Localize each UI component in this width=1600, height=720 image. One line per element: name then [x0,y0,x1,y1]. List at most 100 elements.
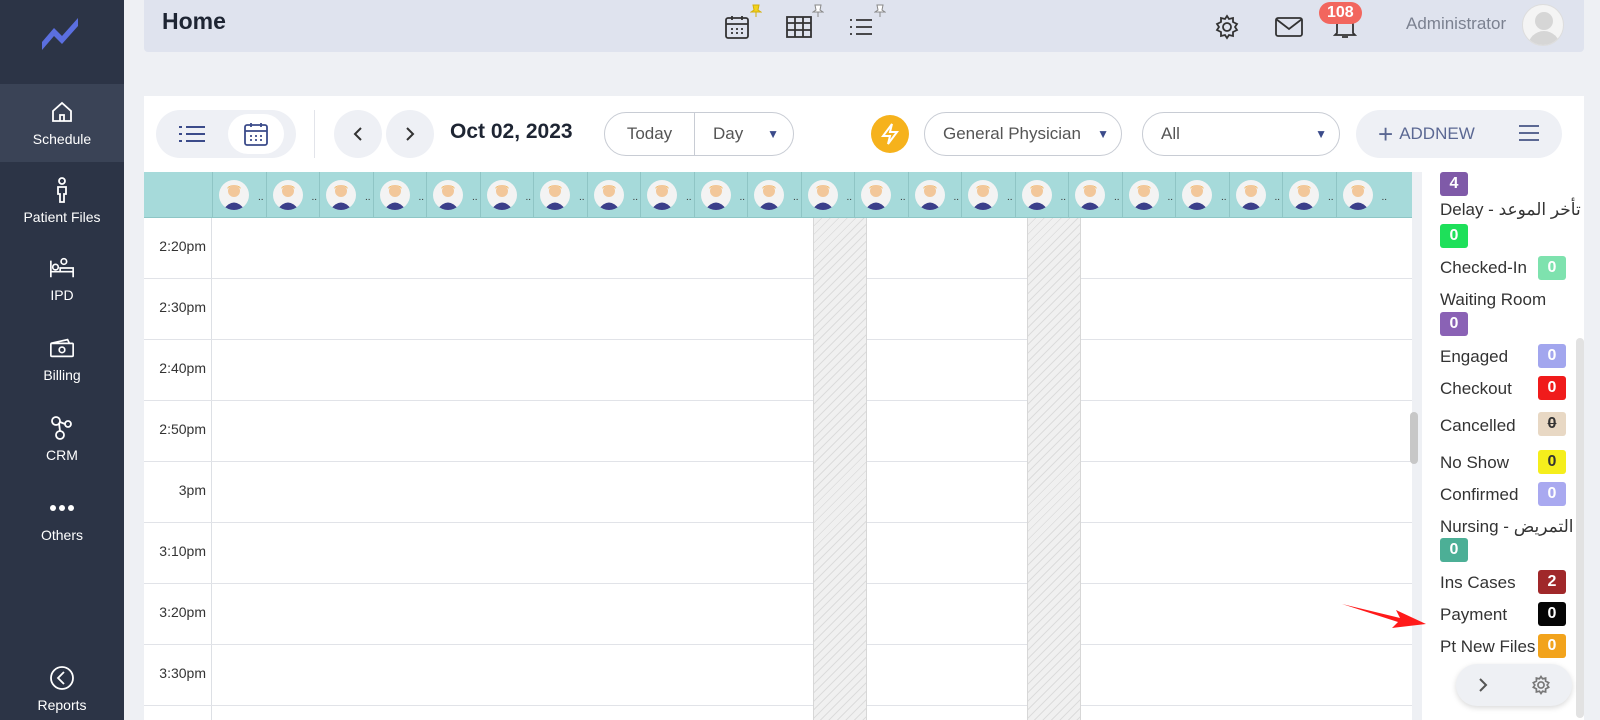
sidebar-item-crm[interactable]: CRM [0,400,124,478]
doctor-column-header[interactable]: .. [907,172,962,218]
doctor-avatar-icon [1235,180,1266,210]
avatar[interactable] [1522,4,1564,46]
time-slot-row[interactable]: 3:30pm [144,645,1412,706]
calendar-view-button[interactable] [722,4,762,42]
next-day-button[interactable] [386,110,434,158]
time-label: 3:30pm [159,665,206,681]
user-name[interactable]: Administrator [1406,14,1506,34]
time-slot-row[interactable]: 2:40pm [144,340,1412,401]
legend-count-badge[interactable]: 0 [1440,224,1468,248]
doctor-column-header[interactable]: .. [479,172,534,218]
doctor-column-header[interactable]: .. [1335,172,1390,218]
sidebar-item-others[interactable]: Others [0,480,124,558]
legend-count-badge[interactable]: 0 [1538,450,1566,474]
sidebar-item-reports[interactable]: Reports [0,650,124,720]
today-button[interactable]: Today [605,113,695,155]
legend-label: Delay - تأخر الموعد [1440,200,1581,219]
more-dots: .. [525,192,531,203]
sidebar-item-ipd[interactable]: IPD [0,240,124,318]
doctor-column-header[interactable]: .. [961,172,1015,218]
doctor-column-header[interactable]: .. [265,172,320,218]
more-dots: .. [632,192,638,203]
sidebar-item-patient-files[interactable]: Patient Files [0,162,124,240]
time-label: 3:10pm [159,543,206,559]
doctor-column-header[interactable]: .. [372,172,427,218]
legend-count-badge[interactable]: 0 [1538,602,1566,626]
time-slot-row[interactable]: 2:50pm [144,401,1412,462]
time-label: 3pm [178,482,206,498]
chevron-right-icon[interactable] [1478,677,1488,693]
legend-count-badge[interactable]: 0 [1440,538,1468,562]
table-view-button[interactable] [784,4,824,42]
app-logo[interactable] [38,12,86,52]
time-slot-row[interactable]: 2:30pm [144,279,1412,340]
doctor-column-header[interactable]: .. [640,172,694,218]
previous-day-button[interactable] [334,110,382,158]
doctor-column-header[interactable]: .. [1014,172,1069,218]
filter-select[interactable]: All ▼ [1142,112,1340,156]
legend-count-badge[interactable]: 0 [1440,312,1468,336]
doctor-column-header[interactable]: .. [1175,172,1229,218]
doctor-column-header[interactable]: .. [800,172,855,218]
add-new-button[interactable]: + ADDNEW [1356,110,1562,158]
legend-count-badge[interactable]: 0 [1538,412,1566,436]
doctor-avatar-icon [593,180,624,210]
more-dots: .. [471,192,478,203]
legend-label: Cancelled [1440,416,1516,435]
doctor-avatar-icon [1021,180,1052,210]
quick-action-button[interactable] [871,115,909,153]
caret-down-icon: ▼ [1097,127,1109,141]
settings-button[interactable] [1212,12,1242,42]
doctor-column-header[interactable]: .. [1228,172,1283,218]
reports-icon [49,665,75,691]
status-legend: 4 Delay - تأخر الموعد 0 Checked-In 0 Waiting … [1422,172,1584,720]
doctor-column-header[interactable]: .. [1121,172,1176,218]
time-slot-row[interactable]: 3:20pm [144,584,1412,645]
view-select[interactable]: Day ▼ [695,124,793,144]
user-avatar-icon [1528,12,1560,45]
legend-count-badge[interactable]: 2 [1538,570,1566,594]
doctor-column-header[interactable]: .. [319,172,373,218]
doctor-column-header[interactable]: .. [426,172,480,218]
current-date: Oct 02, 2023 [450,120,573,143]
home-icon [49,99,75,125]
time-slot-row[interactable]: 3:10pm [144,523,1412,584]
doctor-column-header[interactable]: .. [1068,172,1122,218]
doctor-column-header[interactable]: .. [693,172,748,218]
doctor-avatar-icon [326,180,356,210]
calendar-mode-button[interactable] [228,114,284,154]
doctor-column-header[interactable]: .. [533,172,587,218]
legend-count-badge[interactable]: 0 [1538,482,1566,506]
list-view-button[interactable] [846,4,886,42]
pin-icon [812,4,824,17]
doctor-column-header[interactable]: .. [1282,172,1336,218]
doctor-column-header[interactable]: .. [586,172,641,218]
legend-count-badge[interactable]: 0 [1538,256,1566,280]
more-dots: .. [418,192,424,203]
doctor-column-header[interactable]: .. [854,172,908,218]
legend-count-badge[interactable]: 4 [1440,172,1468,196]
more-dots: .. [1167,192,1173,203]
doctor-column-header[interactable]: .. [747,172,801,218]
list-mode-button[interactable] [164,114,220,154]
doctor-column-header[interactable]: .. [212,172,266,218]
legend-scrollbar[interactable] [1576,338,1584,718]
menu-icon[interactable] [1518,124,1540,142]
time-label: 2:50pm [159,421,206,437]
view-select-value: Day [713,124,744,143]
physician-select[interactable]: General Physician ▼ [924,112,1122,156]
calendar-scrollbar[interactable] [1410,412,1418,464]
legend-count-badge[interactable]: 0 [1538,634,1566,658]
time-label: 3:20pm [159,604,206,620]
schedule-toolbar: Oct 02, 2023 Today Day ▼ General Physici… [144,96,1584,172]
time-slot-row[interactable]: 3pm [144,462,1412,523]
legend-count-badge[interactable]: 0 [1538,376,1566,400]
sidebar-item-billing[interactable]: Billing [0,320,124,398]
table-icon [786,16,812,38]
gear-icon[interactable] [1531,675,1551,695]
time-slot-row[interactable]: 2:20pm [144,218,1412,279]
messages-button[interactable] [1274,12,1304,42]
doctor-header-row: ........................................… [144,172,1412,218]
legend-count-badge[interactable]: 0 [1538,344,1566,368]
sidebar-item-schedule[interactable]: Schedule [0,84,124,162]
